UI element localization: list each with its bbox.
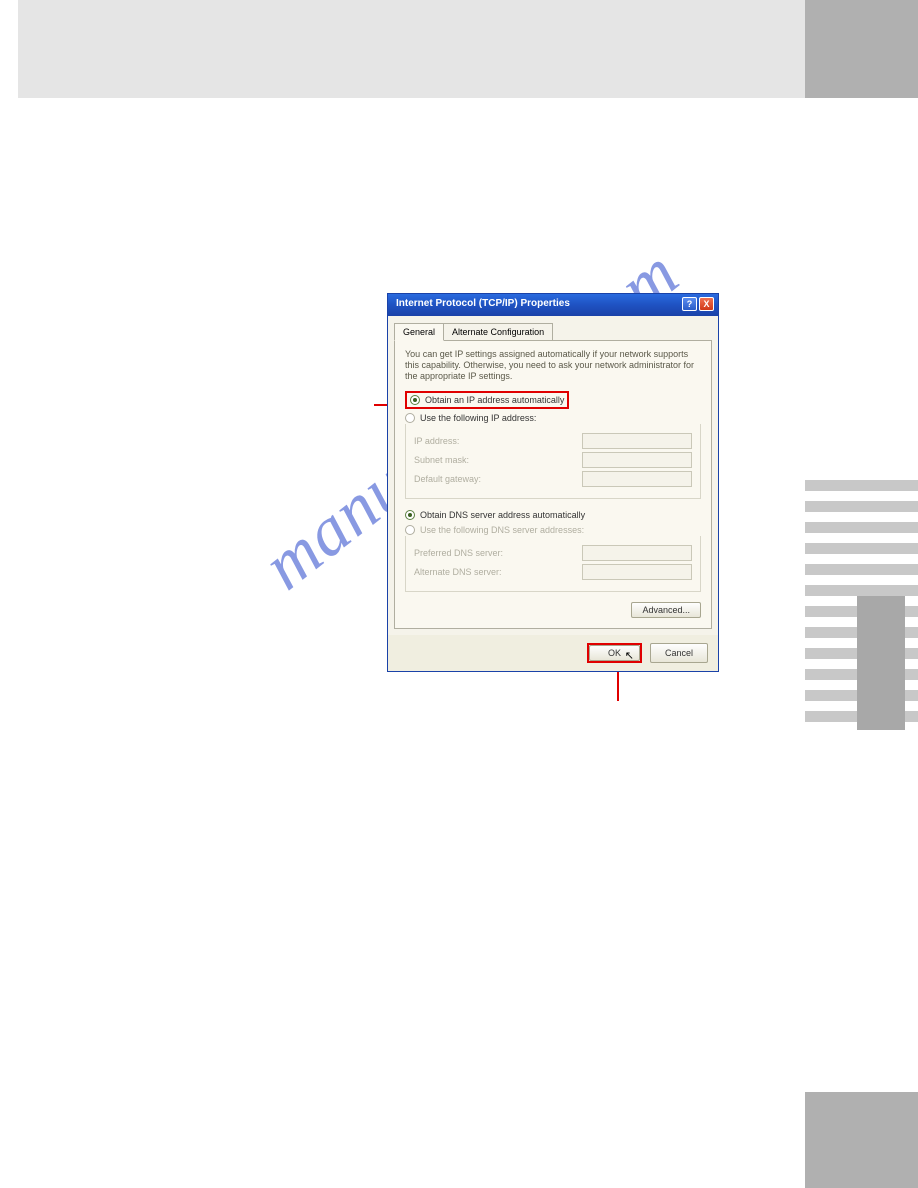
tab-content-general: You can get IP settings assigned automat… — [394, 340, 712, 629]
description-text: You can get IP settings assigned automat… — [405, 349, 701, 381]
radio-use-following-ip[interactable]: Use the following IP address: — [405, 412, 701, 424]
radio-use-following-dns[interactable]: Use the following DNS server addresses: — [405, 524, 701, 536]
sidebar-top-block — [805, 0, 918, 98]
sidebar-page-tab — [857, 596, 905, 730]
page-sidebar — [805, 0, 918, 1188]
tab-alternate-configuration[interactable]: Alternate Configuration — [443, 323, 553, 341]
radio-label-dns-auto: Obtain DNS server address automatically — [420, 510, 585, 520]
dialog-footer: OK ↖ Cancel — [388, 635, 718, 671]
input-preferred-dns — [582, 545, 692, 561]
input-default-gateway — [582, 471, 692, 487]
ip-fields-group: IP address: Subnet mask: Default gateway… — [405, 424, 701, 499]
radio-obtain-ip-auto[interactable]: Obtain an IP address automatically — [410, 394, 564, 406]
help-button[interactable]: ? — [682, 297, 697, 311]
cursor-icon: ↖ — [625, 649, 634, 662]
label-preferred-dns: Preferred DNS server: — [414, 548, 503, 558]
input-ip-address — [582, 433, 692, 449]
label-ip-address: IP address: — [414, 436, 459, 446]
radio-dot-unchecked-icon — [405, 413, 415, 423]
highlight-ok-button: OK ↖ — [587, 643, 642, 663]
dialog-titlebar[interactable]: Internet Protocol (TCP/IP) Properties ? … — [388, 294, 718, 316]
radio-label-ip-manual: Use the following IP address: — [420, 413, 536, 423]
tab-general[interactable]: General — [394, 323, 444, 341]
tcpip-properties-dialog: Internet Protocol (TCP/IP) Properties ? … — [387, 293, 719, 672]
radio-obtain-dns-auto[interactable]: Obtain DNS server address automatically — [405, 509, 701, 521]
highlight-obtain-ip-auto: Obtain an IP address automatically — [405, 391, 569, 409]
tab-row: General Alternate Configuration — [388, 316, 718, 340]
label-default-gateway: Default gateway: — [414, 474, 481, 484]
radio-label-ip-auto: Obtain an IP address automatically — [425, 395, 564, 405]
cancel-button[interactable]: Cancel — [650, 643, 708, 663]
input-subnet-mask — [582, 452, 692, 468]
label-alternate-dns: Alternate DNS server: — [414, 567, 502, 577]
close-button[interactable]: X — [699, 297, 714, 311]
dns-fields-group: Preferred DNS server: Alternate DNS serv… — [405, 536, 701, 592]
label-subnet-mask: Subnet mask: — [414, 455, 469, 465]
radio-dot-checked-icon — [405, 510, 415, 520]
radio-dot-checked-icon — [410, 395, 420, 405]
radio-label-dns-manual: Use the following DNS server addresses: — [420, 525, 584, 535]
radio-dot-unchecked-icon — [405, 525, 415, 535]
dialog-title: Internet Protocol (TCP/IP) Properties — [396, 298, 570, 309]
input-alternate-dns — [582, 564, 692, 580]
sidebar-bottom-block — [805, 1092, 918, 1188]
page-header-band — [18, 0, 805, 98]
advanced-button[interactable]: Advanced... — [631, 602, 701, 618]
